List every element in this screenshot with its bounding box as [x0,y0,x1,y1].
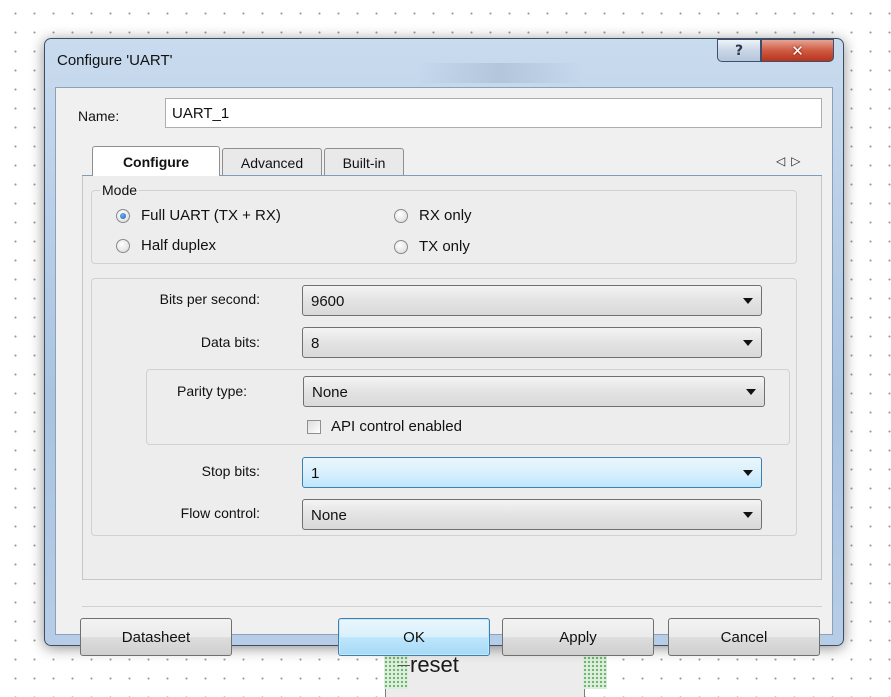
api-control-label: API control enabled [331,418,462,435]
api-control-checkbox[interactable]: API control enabled [307,418,462,435]
ok-button[interactable]: OK [338,618,490,656]
radio-button-icon [116,208,130,223]
data-bits-value: 8 [311,335,320,352]
title-bar[interactable]: Configure 'UART' ? ✕ [45,39,843,85]
dropdown-arrow-icon [743,340,753,346]
stop-bits-value: 1 [311,465,320,482]
radio-button-icon [116,238,130,253]
tab-configure-label: Configure [122,153,190,170]
dialog-client-area: Name: UART_1 Configure Advanced Built-in… [55,87,833,656]
close-button[interactable]: ✕ [761,39,834,62]
name-input[interactable]: UART_1 [165,98,822,128]
radio-half-duplex-label: Half duplex [141,237,217,254]
dialog-title: Configure 'UART' [57,52,173,69]
radio-rx-only-label: RX only [419,207,472,224]
stop-bits-label: Stop bits: [201,463,260,479]
radio-half-duplex[interactable]: Half duplex [116,237,216,254]
schematic-pin [398,665,410,666]
button-row-divider [82,606,822,607]
radio-button-icon [394,239,408,254]
radio-tx-only-label: TX only [419,238,470,255]
tab-scroll-arrows: ◁▷ [776,154,806,168]
radio-full-uart-label: Full UART (TX + RX) [141,207,281,224]
flow-control-value: None [311,507,347,524]
dropdown-arrow-icon [746,389,756,395]
radio-button-icon [394,208,408,223]
dropdown-arrow-icon [743,298,753,304]
cancel-button[interactable]: Cancel [668,618,820,656]
bits-per-second-select[interactable]: 9600 [302,285,762,316]
bits-per-second-label: Bits per second: [159,291,260,307]
help-icon: ? [734,42,744,59]
help-button[interactable]: ? [717,39,761,62]
flow-control-select[interactable]: None [302,499,762,530]
configure-tab-panel: Mode Full UART (TX + RX) Half duplex RX … [82,176,822,580]
data-bits-select[interactable]: 8 [302,327,762,358]
configure-dialog: Configure 'UART' ? ✕ Name: UART_1 Config… [44,38,844,656]
tab-built-in[interactable]: Built-in [324,148,404,176]
parity-group: Parity type: None API control enabled [146,369,790,445]
parity-type-value: None [312,384,348,401]
name-label: Name: [78,108,120,124]
radio-full-uart[interactable]: Full UART (TX + RX) [116,207,281,224]
tab-scroll-right-icon[interactable]: ▷ [791,154,806,168]
dropdown-arrow-icon [743,470,753,476]
settings-group: Bits per second: 9600 Data bits: 8 Parit… [91,278,797,536]
tab-scroll-left-icon[interactable]: ◁ [776,154,791,168]
stop-bits-select[interactable]: 1 [302,457,762,488]
mode-group: Mode Full UART (TX + RX) Half duplex RX … [91,182,797,264]
apply-button[interactable]: Apply [502,618,654,656]
bits-per-second-value: 9600 [311,293,345,310]
mode-group-label: Mode [100,182,140,198]
tab-configure[interactable]: Configure [92,146,220,176]
title-bar-reflection [415,63,585,83]
datasheet-button[interactable]: Datasheet [80,618,232,656]
parity-type-select[interactable]: None [303,376,765,407]
dropdown-arrow-icon [743,512,753,518]
checkbox-box-icon [307,419,321,434]
tab-advanced-label: Advanced [240,154,304,171]
flow-control-label: Flow control: [180,505,260,521]
tab-built-in-label: Built-in [342,154,386,171]
parity-type-label: Parity type: [177,383,248,399]
radio-tx-only[interactable]: TX only [394,238,470,255]
radio-rx-only[interactable]: RX only [394,207,472,224]
close-icon: ✕ [791,41,804,60]
tab-advanced[interactable]: Advanced [222,148,322,176]
data-bits-label: Data bits: [200,334,260,350]
